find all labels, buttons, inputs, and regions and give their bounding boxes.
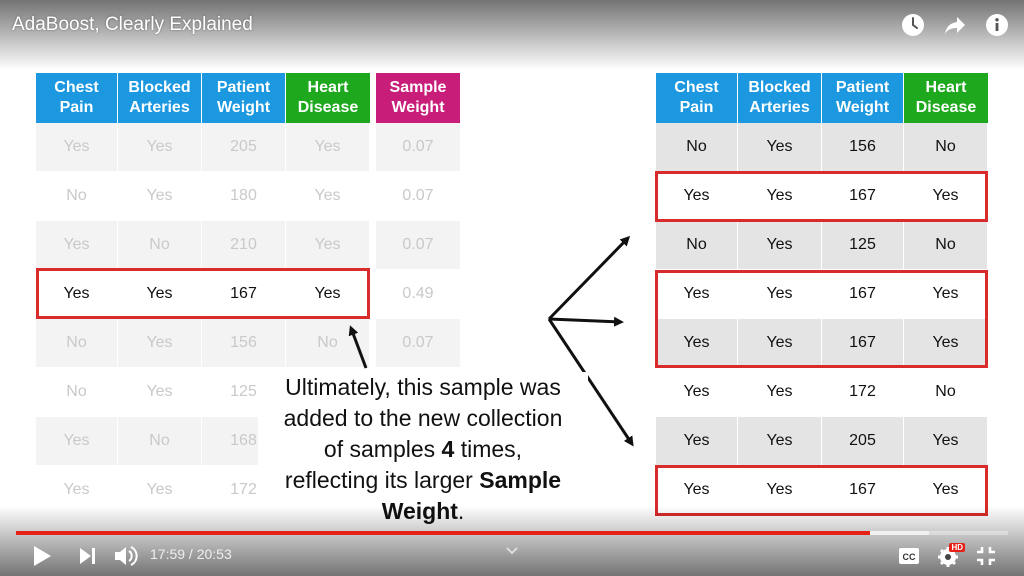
caption-emphasis: 4 (441, 436, 455, 462)
arrow-to-new-row-4 (548, 316, 624, 327)
caption-text: of samples (323, 436, 442, 462)
arrow-to-new-row-2 (547, 235, 631, 321)
arrow-to-selected-row (348, 325, 368, 369)
caption-line: added to the new collection (283, 405, 563, 431)
fullscreen-icon[interactable] (975, 545, 997, 567)
chevron-up-icon[interactable] (503, 544, 521, 558)
next-icon[interactable] (76, 544, 100, 568)
volume-icon[interactable] (113, 543, 139, 569)
time-separator: / (185, 546, 197, 562)
hd-badge: HD (949, 543, 965, 552)
progress-played (16, 531, 871, 535)
progress-bar[interactable] (16, 531, 1008, 535)
current-time: 17:59 (150, 546, 186, 562)
svg-text:CC: CC (903, 552, 916, 562)
controls-overlay (0, 506, 1024, 576)
caption-emphasis: Sample (479, 467, 562, 493)
caption-line: reflecting its larger Sample (258, 465, 588, 496)
caption: Ultimately, this sample was added to the… (258, 372, 588, 527)
settings-icon[interactable]: HD (935, 543, 965, 569)
caption-text: times, (454, 436, 523, 462)
caption-line: Ultimately, this sample was (285, 374, 561, 400)
play-icon[interactable] (30, 544, 54, 568)
captions-icon[interactable]: CC (897, 545, 921, 567)
time-display: 17:59 / 20:53 (150, 546, 232, 562)
caption-line: of samples 4 times, (258, 434, 588, 465)
caption-text: reflecting its larger (284, 467, 480, 493)
duration: 20:53 (196, 546, 232, 562)
